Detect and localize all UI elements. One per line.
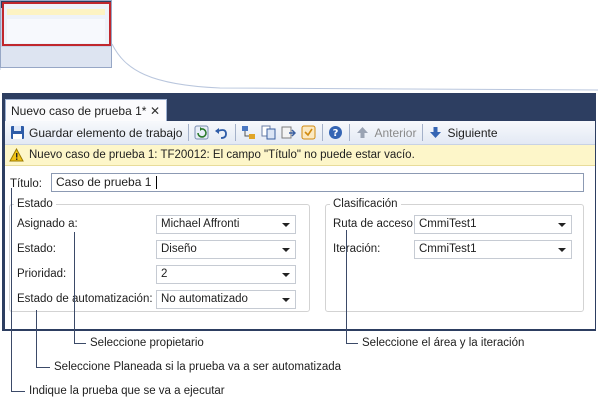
chevron-down-icon — [282, 273, 290, 277]
iteration-value: CmmiTest1 — [419, 243, 477, 255]
help-button[interactable]: ? — [326, 123, 345, 143]
refresh-button[interactable] — [192, 123, 211, 143]
work-item-form: Guardar elemento de trabajo ? Anterior S… — [5, 121, 595, 329]
assigned-to-value: Michael Affronti — [161, 218, 240, 230]
automation-dropdown[interactable]: No automatizado — [156, 290, 296, 309]
state-value: Diseño — [161, 243, 197, 255]
toolbar-separator — [188, 124, 190, 141]
save-button-label: Guardar elemento de trabajo — [29, 125, 183, 140]
automation-value: No automatizado — [161, 293, 248, 305]
arrow-down-icon — [430, 127, 442, 138]
area-path-dropdown[interactable]: CmmiTest1 — [414, 215, 572, 234]
copy-icon — [261, 125, 276, 140]
alert-button[interactable] — [299, 123, 318, 143]
warning-text: Nuevo caso de prueba 1: TF20012: El camp… — [29, 149, 415, 161]
automation-callout: Seleccione Planeada si la prueba va a se… — [54, 361, 342, 373]
close-icon[interactable]: ✕ — [150, 104, 160, 118]
export-icon — [281, 126, 297, 139]
assigned-to-dropdown[interactable]: Michael Affronti — [156, 215, 296, 234]
priority-value: 2 — [161, 268, 168, 280]
refresh-icon — [194, 125, 209, 140]
tree-icon — [242, 126, 256, 139]
title-callout-line-h — [11, 391, 25, 392]
previous-button[interactable]: Anterior — [353, 123, 418, 143]
save-button[interactable]: Guardar elemento de trabajo — [8, 123, 184, 143]
chevron-down-icon — [558, 223, 566, 227]
alert-icon — [301, 125, 316, 140]
title-callout: Indique la prueba que se va a ejecutar — [29, 385, 225, 397]
chevron-down-icon — [282, 223, 290, 227]
save-icon — [11, 126, 24, 139]
toolbar-separator — [349, 124, 351, 141]
undo-icon — [215, 128, 228, 139]
thumbnail-lower-area — [1, 47, 111, 67]
tree-button[interactable] — [239, 123, 258, 143]
tab-test-case[interactable]: Nuevo caso de prueba 1* ✕ — [5, 99, 167, 121]
tab-title: Nuevo caso de prueba 1* — [11, 103, 147, 118]
text-caret — [156, 176, 158, 190]
state-dropdown[interactable]: Diseño — [156, 240, 296, 259]
thumbnail-warning-strip — [7, 9, 105, 15]
owner-callout: Seleccione propietario — [90, 337, 204, 349]
title-input-value: Caso de prueba 1 — [56, 175, 152, 189]
state-label: Estado: — [17, 243, 56, 255]
assigned-to-label: Asignado a: — [17, 218, 78, 230]
toolbar-separator — [322, 124, 324, 141]
toolbar: Guardar elemento de trabajo ? Anterior S… — [5, 121, 595, 145]
thumbnail-form-area — [7, 19, 105, 43]
editor-window: Nuevo caso de prueba 1* ✕ Guardar elemen… — [2, 93, 596, 331]
undo-button[interactable] — [212, 123, 231, 143]
warning-bar: Nuevo caso de prueba 1: TF20012: El camp… — [5, 145, 595, 166]
previous-button-label: Anterior — [374, 125, 417, 140]
copy-button[interactable] — [259, 123, 278, 143]
chevron-down-icon — [282, 298, 290, 302]
priority-dropdown[interactable]: 2 — [156, 265, 296, 284]
title-label-row: Título: — [10, 174, 42, 194]
chevron-down-icon — [282, 248, 290, 252]
title-input[interactable]: Caso de prueba 1 — [51, 173, 584, 192]
window-thumbnail — [0, 0, 112, 68]
title-callout-line — [11, 188, 12, 392]
help-icon: ? — [329, 126, 343, 139]
automation-label: Estado de automatización: — [17, 293, 153, 305]
warning-icon — [9, 148, 24, 162]
export-button[interactable] — [279, 123, 298, 143]
area-callout-line — [346, 230, 347, 344]
area-path-value: CmmiTest1 — [419, 218, 477, 230]
area-callout: Seleccione el área y la iteración — [362, 337, 525, 349]
next-button-label: Siguiente — [447, 125, 498, 140]
chevron-down-icon — [558, 248, 566, 252]
automation-callout-line-h — [36, 367, 50, 368]
automation-callout-line — [36, 310, 37, 368]
toolbar-separator — [422, 124, 424, 141]
priority-label: Prioridad: — [17, 268, 67, 280]
area-callout-line-h — [346, 343, 358, 344]
title-label: Título: — [10, 178, 42, 190]
iteration-dropdown[interactable]: CmmiTest1 — [414, 240, 572, 259]
clasificacion-legend: Clasificación — [333, 198, 398, 210]
arrow-up-icon — [357, 127, 369, 138]
owner-callout-line-h — [74, 343, 86, 344]
iteration-label: Iteración: — [333, 243, 381, 255]
owner-callout-line — [74, 232, 75, 344]
next-button[interactable]: Siguiente — [426, 123, 499, 143]
toolbar-separator — [235, 124, 237, 141]
svg-text:?: ? — [333, 128, 339, 139]
estado-legend: Estado — [17, 198, 53, 210]
